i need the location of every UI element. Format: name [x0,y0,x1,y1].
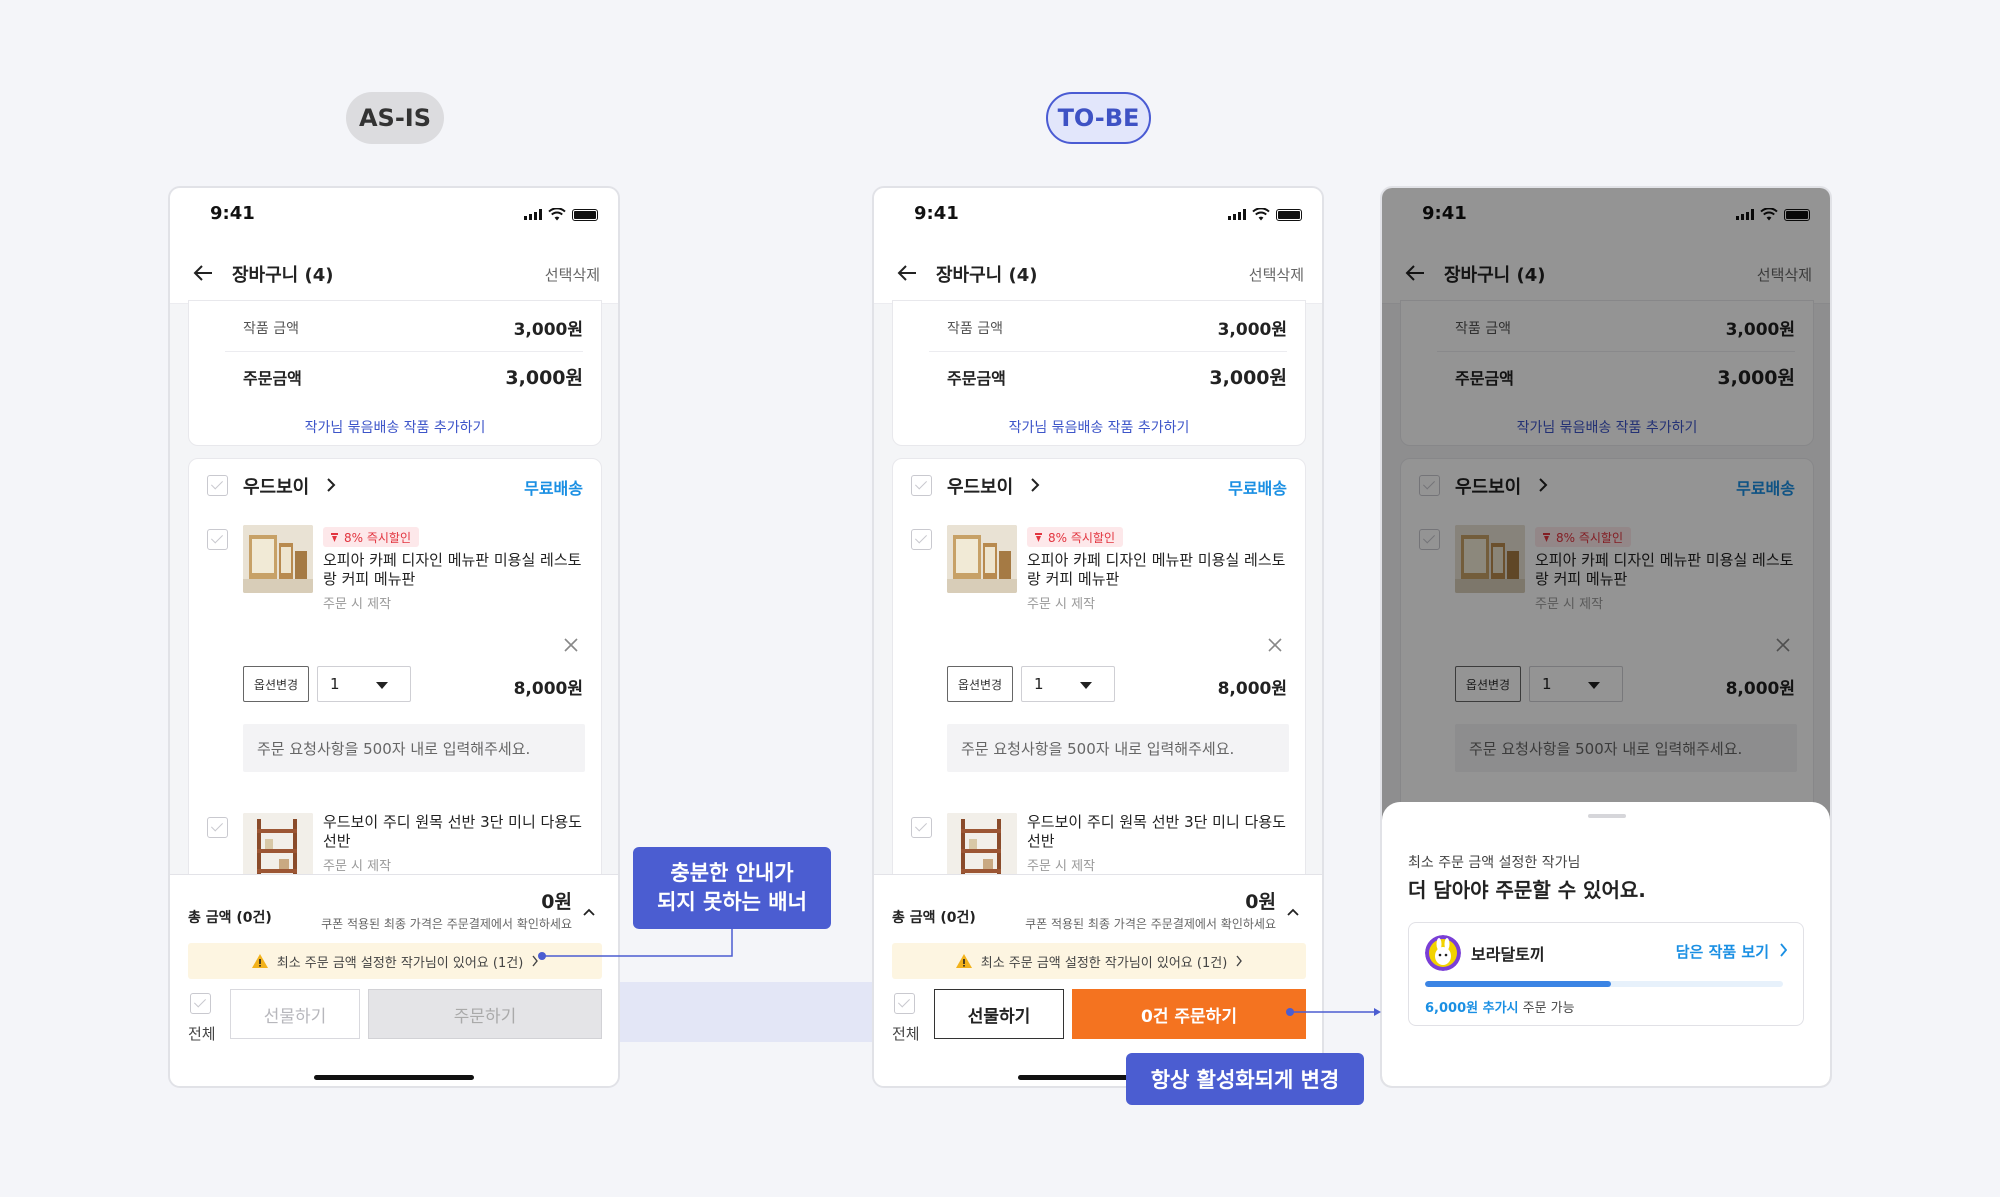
callout-always-active: 항상 활성화되게 변경 [1126,1053,1364,1105]
callout-banner-issue: 충분한 안내가 되지 못하는 배너 [633,847,831,929]
annotation-lines [538,929,1381,1016]
callout-text: 충분한 안내가 되지 못하는 배너 [657,861,807,914]
